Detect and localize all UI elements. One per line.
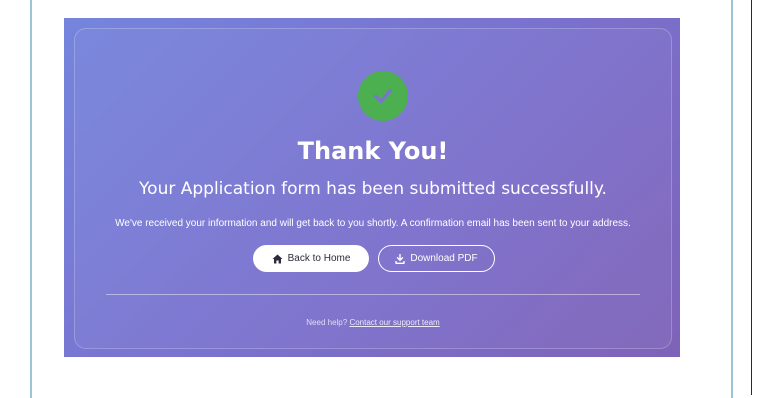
- help-prefix: Need help?: [306, 318, 348, 327]
- card-inner-panel: Thank You! Your Application form has bee…: [74, 28, 672, 349]
- help-text: Need help? Contact our support team: [75, 318, 671, 327]
- download-pdf-button[interactable]: Download PDF: [378, 245, 495, 272]
- download-icon: [395, 253, 406, 264]
- success-card: Thank You! Your Application form has bee…: [64, 18, 680, 357]
- confirmation-message: We've received your information and will…: [115, 218, 631, 229]
- support-link[interactable]: Contact our support team: [349, 318, 439, 327]
- scrollbar-edge: [751, 0, 752, 395]
- back-to-home-button[interactable]: Back to Home: [253, 245, 369, 272]
- success-subtitle: Your Application form has been submitted…: [139, 179, 607, 199]
- divider: [106, 294, 640, 295]
- check-circle-icon: [358, 71, 408, 121]
- home-icon: [272, 254, 283, 263]
- back-to-home-label: Back to Home: [287, 253, 351, 264]
- page-title: Thank You!: [297, 137, 449, 165]
- download-pdf-label: Download PDF: [410, 253, 478, 264]
- checkmark-icon: [374, 89, 392, 104]
